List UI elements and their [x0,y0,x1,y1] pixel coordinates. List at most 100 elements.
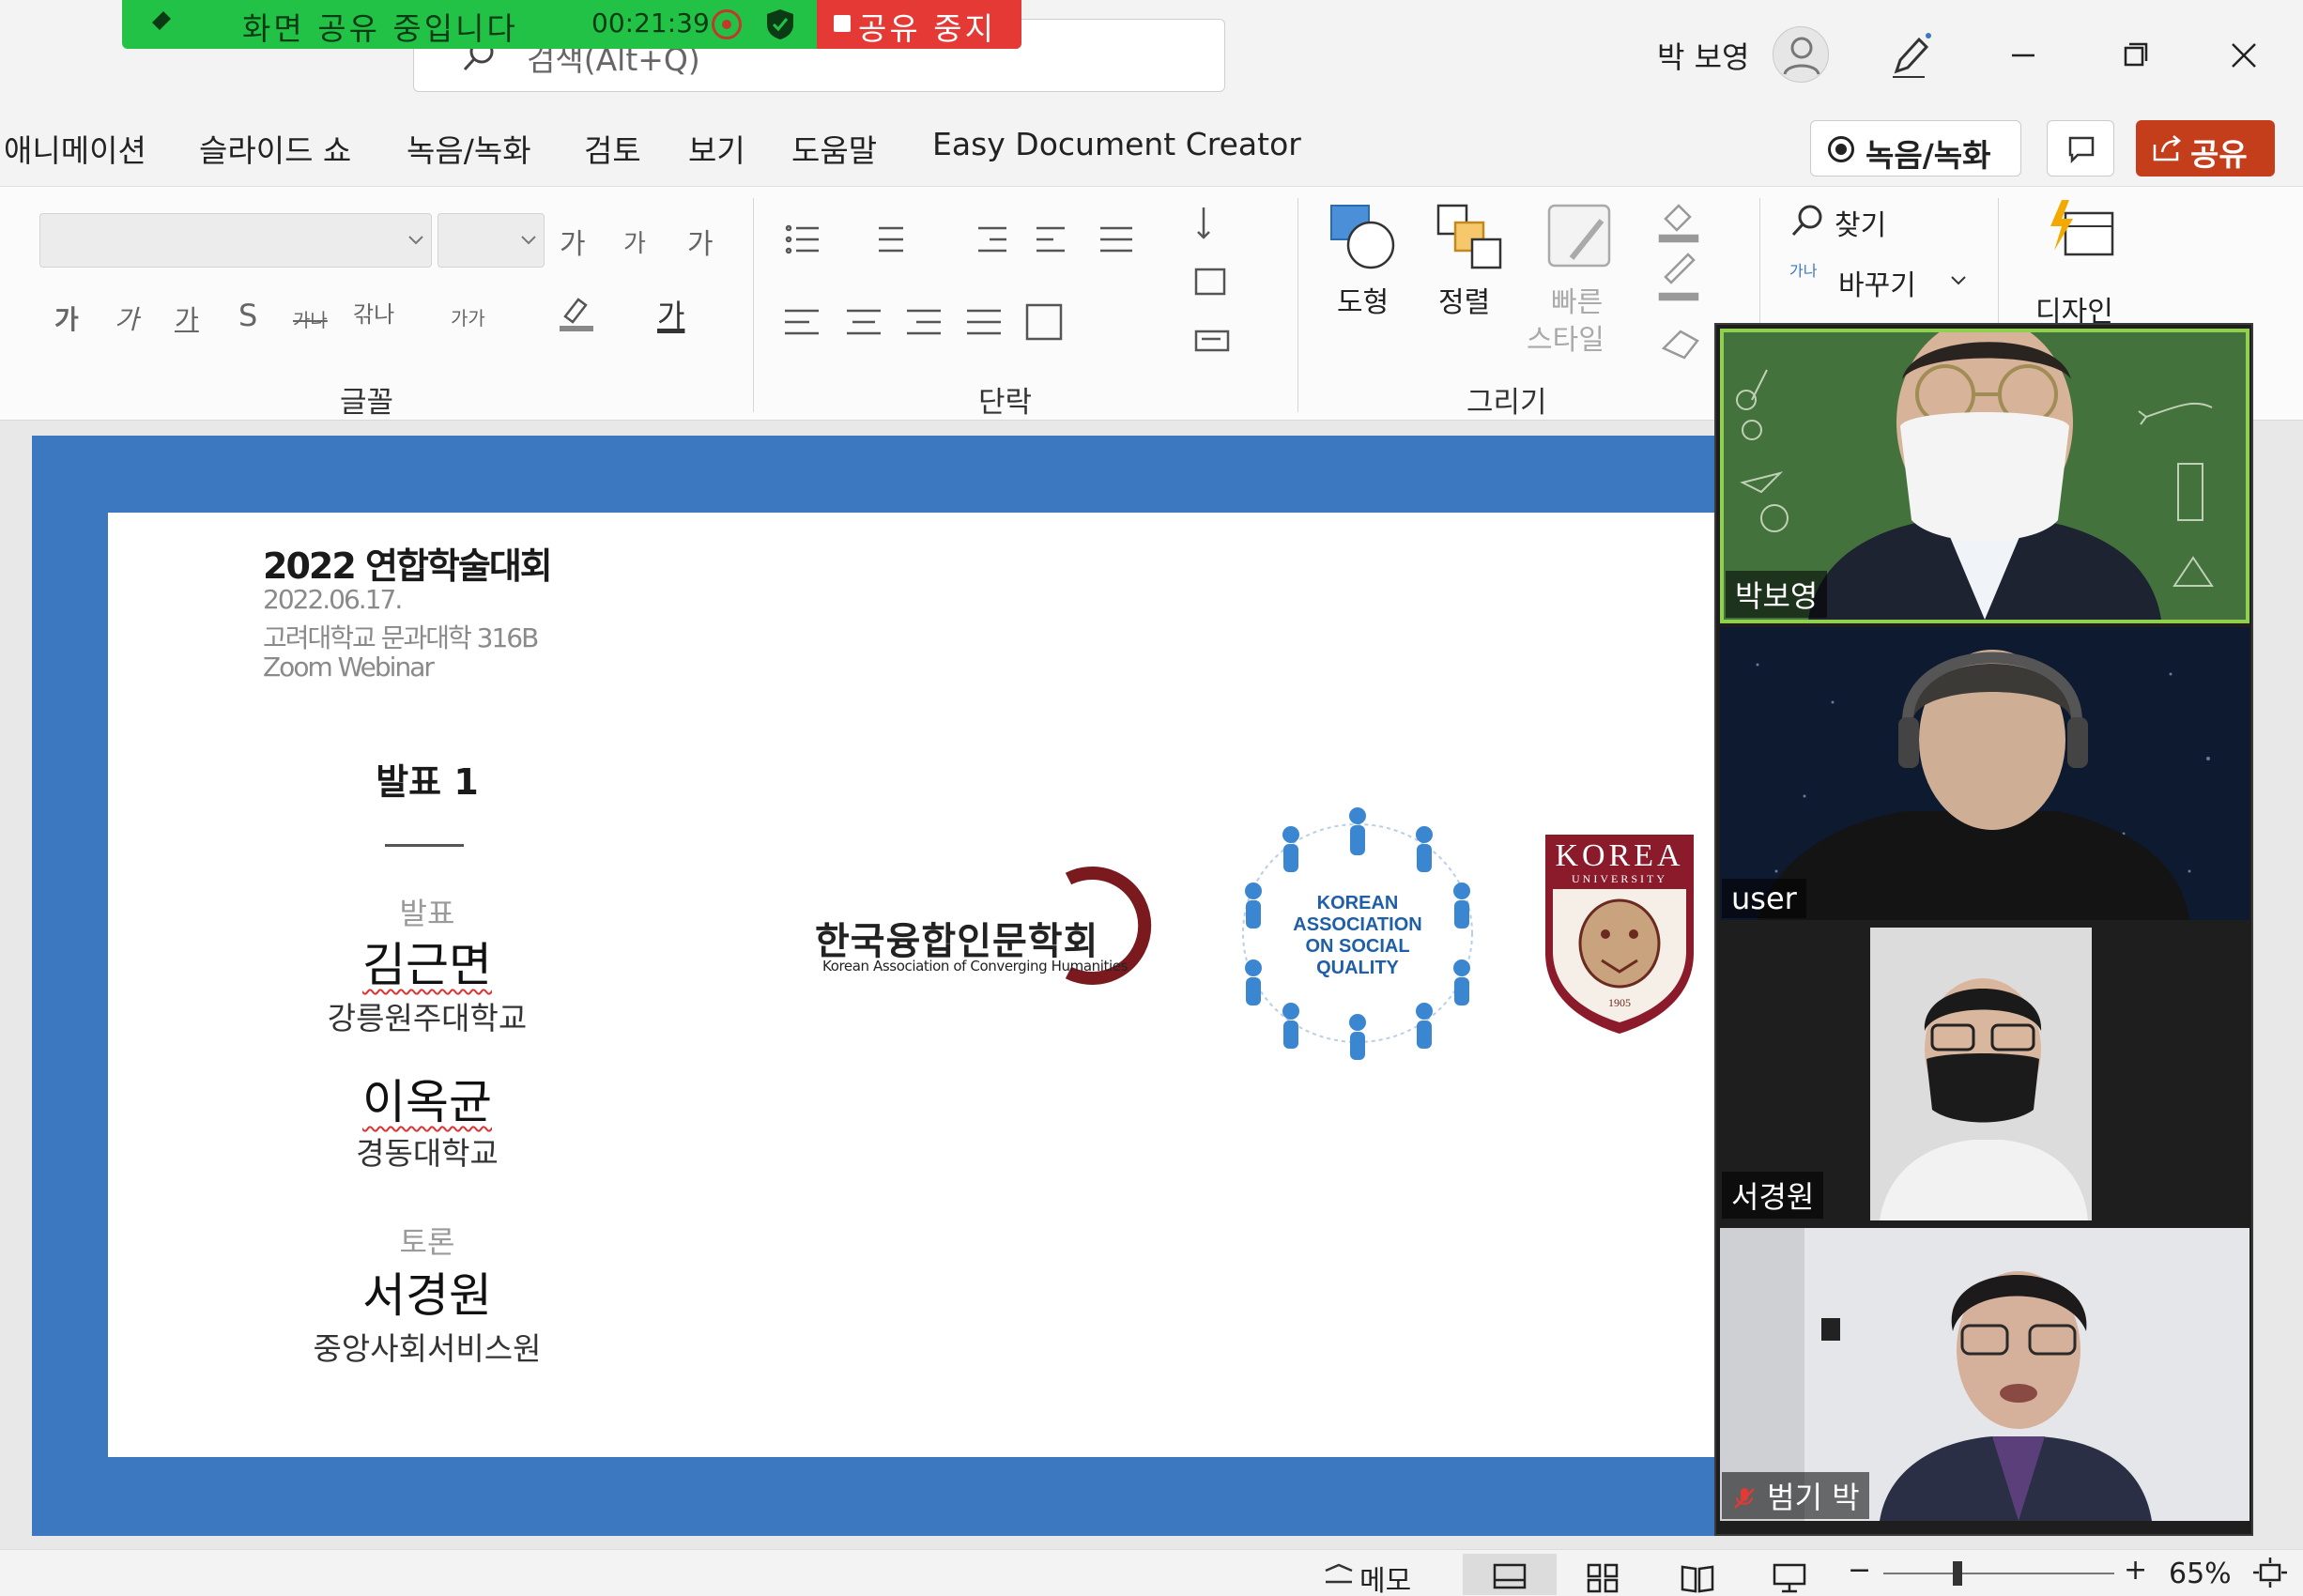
find-label: 찾기 [1835,209,1887,242]
clear-format-button[interactable]: 가 [687,221,714,262]
participant-name: 박보영 [1726,571,1828,618]
stop-share-label: 공유 중지 [858,10,996,47]
record-icon [1828,136,1854,162]
status-bar: 메모 − + 65% [0,1549,2303,1596]
heading-divider [385,844,464,847]
video-tile[interactable]: 범기 박 [1720,1228,2249,1521]
arrange-button[interactable]: 정렬 [1433,200,1508,341]
share-button[interactable]: 공유 [2136,120,2275,176]
notes-button[interactable]: 메모 [1322,1556,1425,1596]
comments-button[interactable] [2047,120,2114,176]
replace-button[interactable]: 가나 바꾸기 [1789,256,1977,305]
notes-label: 메모 [1359,1565,1412,1596]
italic-button[interactable]: 가 [115,299,139,337]
zoom-out-button[interactable]: − [1848,1554,1871,1587]
discussant-affiliation: 중앙사회서비스원 [313,1330,542,1367]
video-tile[interactable]: 박보영 [1720,329,2249,623]
reading-view-icon[interactable] [1679,1563,1716,1593]
zoom-slider-thumb[interactable] [1953,1561,1962,1586]
presenter-affiliation-2: 경동대학교 [356,1135,499,1172]
search-icon [1791,205,1822,237]
arrange-icon [1436,204,1502,269]
restore-icon[interactable] [2112,32,2159,79]
text-direction-icons[interactable] [1192,200,1249,369]
participant-name: user [1722,879,1806,918]
highlighter-icon [560,298,593,331]
font-name-combo[interactable] [39,213,432,268]
stop-icon [834,15,851,32]
find-button[interactable]: 찾기 [1789,196,1977,245]
strikethrough-button[interactable]: 가나 [293,305,328,332]
comment-icon [2068,136,2095,164]
bold-button[interactable]: 가 [54,299,79,337]
share-label: 공유 [2190,136,2248,173]
slide-sorter-icon[interactable] [1585,1563,1622,1593]
tab-help[interactable]: 도움말 [791,126,877,171]
paragraph-group-label: 단락 [978,386,1033,420]
stop-share-button[interactable]: 공유 중지 [817,0,1021,49]
discussant-name: 서경원 [362,1268,492,1323]
share-timer: 00:21:39 [591,8,710,38]
tab-easy-document-creator[interactable]: Easy Document Creator [932,126,1301,162]
presentation-heading: 발표 1 [376,761,479,803]
shapes-label: 도형 [1337,286,1389,319]
participant-name: 범기 박 [1767,1480,1860,1515]
discussant-role: 토론 [399,1224,455,1260]
pin-icon[interactable] [139,6,177,43]
shape-fill-outline-icons[interactable] [1656,200,1722,369]
video-gallery-panel[interactable]: 박보영 user 서경원 범기 박 [1714,323,2253,1536]
chevron-down-icon [521,236,536,245]
close-icon[interactable] [2220,32,2267,79]
quick-styles-button[interactable]: 빠른 스타일 [1523,200,1635,369]
sharing-status-text: 화면 공유 중입니다 [242,10,518,47]
zoom-slider[interactable] [1883,1561,2114,1586]
shapes-button[interactable]: 도형 [1326,200,1401,341]
underline-button[interactable]: 가 [175,299,199,337]
grow-font-button[interactable]: 가 [560,221,586,262]
avatar[interactable] [1773,26,1829,83]
highlight-button[interactable] [558,292,595,333]
designer-icon [2050,200,2114,256]
notes-icon [1325,1563,1353,1584]
chevron-down-icon [1951,276,1966,285]
quick-styles-icon [1547,204,1611,268]
font-group-label: 글꼴 [340,386,394,420]
font-size-combo[interactable] [438,213,545,268]
video-tile[interactable]: 서경원 [1720,928,2249,1220]
record-label: 녹음/녹화 [1865,137,1991,174]
char-spacing-button[interactable]: 갂나 [353,296,394,329]
recording-icon [712,9,742,39]
tab-slideshow[interactable]: 슬라이드 쇼 [199,126,351,171]
user-name[interactable]: 박 보영 [1657,34,1750,77]
participant-video [1720,627,2249,920]
tab-review[interactable]: 검토 [584,126,641,171]
tab-view[interactable]: 보기 [688,126,745,171]
designer-button[interactable]: 디자인 [2034,198,2137,339]
minimize-icon[interactable] [2000,32,2047,79]
video-tile[interactable]: user [1720,627,2249,920]
presenter-name-2: 이옥균 [362,1075,492,1129]
normal-view-icon [1493,1563,1527,1589]
tab-recording[interactable]: 녹음/녹화 [407,126,531,171]
zoom-in-button[interactable]: + [2124,1554,2147,1587]
shadow-button[interactable]: S [238,298,257,333]
participant-name-bar: 범기 박 [1722,1472,1869,1519]
kasq-logo: KOREAN ASSOCIATION ON SOCIAL QUALITY [1225,803,1490,1064]
fit-to-window-icon[interactable] [2251,1558,2289,1588]
paragraph-icons[interactable] [781,221,1157,361]
shapes-icon [1330,205,1395,269]
shrink-font-button[interactable]: 가 [623,224,646,259]
drawing-group-label: 그리기 [1466,386,1547,420]
record-button[interactable]: 녹음/녹화 [1810,120,2021,176]
font-color-button[interactable]: 가 [657,292,684,335]
arrange-label: 정렬 [1438,286,1491,319]
quick-styles-label-1: 빠른 [1551,286,1604,319]
change-case-button[interactable]: 가가 [451,303,485,330]
slideshow-icon[interactable] [1771,1563,1808,1593]
pen-icon[interactable] [1887,28,1934,81]
share-icon [2153,135,2181,161]
tab-animations[interactable]: 애니메이션 [4,126,146,171]
mic-muted-icon [1734,1488,1755,1509]
zoom-level[interactable]: 65% [2169,1558,2232,1590]
normal-view-button[interactable] [1463,1554,1557,1595]
